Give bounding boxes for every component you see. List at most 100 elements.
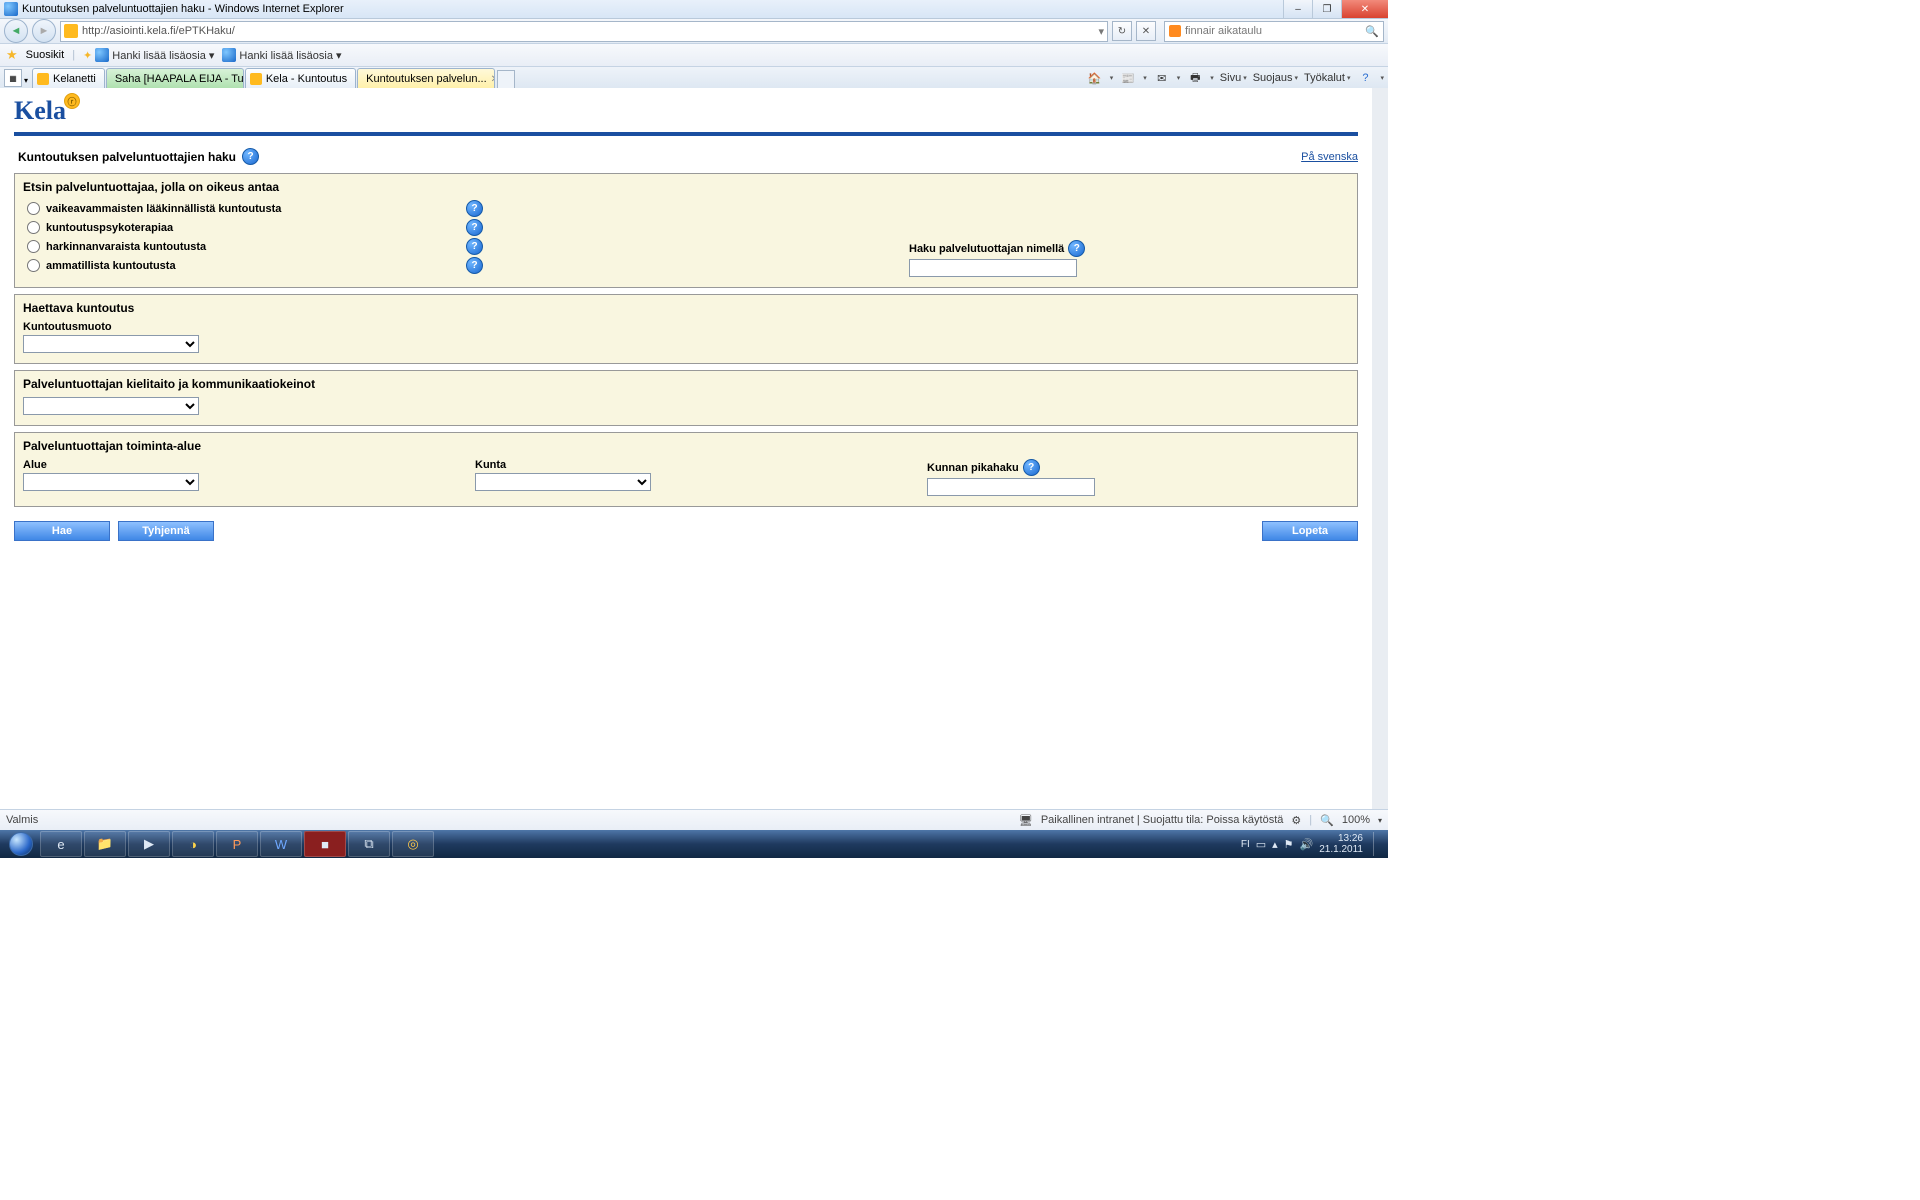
browser-search-box[interactable]: finnair aikataulu 🔍 [1164, 21, 1384, 42]
refresh-button[interactable]: ↻ [1112, 21, 1132, 41]
taskbar-app2[interactable]: ■ [304, 831, 346, 857]
start-button[interactable] [4, 832, 38, 856]
ie-favicon-icon [95, 48, 109, 62]
tray-network-icon[interactable]: ⚑ [1284, 838, 1294, 851]
page-viewport: Kelaⓡ Kuntoutuksen palveluntuottajien ha… [0, 88, 1388, 830]
help-icon[interactable]: ? [1068, 240, 1085, 257]
tab-favicon-icon [250, 73, 262, 85]
zoom-icon[interactable]: 🔍 [1320, 814, 1334, 827]
help-icon[interactable]: ? [466, 238, 483, 255]
favorites-bar: ★ Suosikit | ✦Hanki lisää lisäosia ▾ Han… [0, 44, 1388, 67]
search-placeholder: finnair aikataulu [1185, 25, 1361, 37]
radio-harkinnanvaraista[interactable] [27, 240, 40, 253]
favorites-label[interactable]: Suosikit [26, 49, 65, 61]
tab-saha[interactable]: Saha [HAAPALA EIJA - Tu... [106, 68, 244, 89]
taskbar-app4[interactable]: ◎ [392, 831, 434, 857]
nav-forward-button[interactable]: ► [32, 19, 56, 43]
suggested-sites-icon: ✦ [83, 49, 92, 62]
section-haettava-kuntoutus: Haettava kuntoutus Kuntoutusmuoto [14, 294, 1358, 364]
home-button[interactable]: 🏠 [1086, 69, 1104, 87]
taskbar-mediaplayer[interactable]: ▶ [128, 831, 170, 857]
command-bar: 🏠▾ 📰▾ ✉▾ 🖶▾ Sivu▾ Suojaus▾ Työkalut▾ ?▾ [1086, 69, 1384, 87]
tray-chevron-icon[interactable]: ▴ [1272, 838, 1278, 851]
window-minimize-button[interactable]: – [1283, 0, 1312, 18]
tray-battery-icon[interactable]: ▭ [1256, 838, 1266, 851]
help-button[interactable]: ? [1356, 69, 1374, 87]
tools-menu[interactable]: Työkalut▾ [1304, 72, 1350, 84]
section-kielitaito: Palveluntuottajan kielitaito ja kommunik… [14, 370, 1358, 426]
taskbar-powerpoint[interactable]: P [216, 831, 258, 857]
section-heading: Haettava kuntoutus [23, 301, 1349, 315]
pikahaku-label: Kunnan pikahaku [927, 462, 1019, 474]
quick-tabs-dropdown[interactable]: ▾ [24, 76, 28, 85]
taskbar-explorer[interactable]: 📁 [84, 831, 126, 857]
provider-name-input[interactable] [909, 259, 1077, 277]
tab-kelanetti[interactable]: Kelanetti [32, 68, 105, 89]
show-desktop-button[interactable] [1373, 832, 1382, 856]
tyhjenna-button[interactable]: Tyhjennä [118, 521, 214, 541]
search-go-icon[interactable]: 🔍 [1365, 25, 1379, 38]
hae-button[interactable]: Hae [14, 521, 110, 541]
status-left: Valmis [6, 814, 38, 826]
stop-button[interactable]: ✕ [1136, 21, 1156, 41]
quick-tabs-button[interactable]: ▦ [4, 69, 22, 87]
section-heading: Palveluntuottajan kielitaito ja kommunik… [23, 377, 1349, 391]
radio-ammatillista[interactable] [27, 259, 40, 272]
search-provider-icon [1169, 25, 1181, 37]
taskbar-word[interactable]: W [260, 831, 302, 857]
address-bar[interactable]: http://asiointi.kela.fi/ePTKHaku/ ▾ [60, 21, 1108, 42]
help-icon[interactable]: ? [242, 148, 259, 165]
alue-label: Alue [23, 459, 475, 471]
favorites-star-icon[interactable]: ★ [6, 47, 18, 63]
new-tab-button[interactable] [497, 70, 515, 89]
tray-volume-icon[interactable]: 🔊 [1300, 838, 1314, 851]
kunta-select[interactable] [475, 473, 651, 491]
feeds-button[interactable]: 📰 [1119, 69, 1137, 87]
ie-favicon-icon [222, 48, 236, 62]
browser-tab-bar: ▦▾ Kelanetti Saha [HAAPALA EIJA - Tu... … [0, 67, 1388, 90]
kunta-pikahaku-input[interactable] [927, 478, 1095, 496]
help-icon[interactable]: ? [466, 219, 483, 236]
header-divider [14, 132, 1358, 136]
favbar-item[interactable]: Hanki lisää lisäosia ▾ [222, 48, 341, 62]
kuntoutusmuoto-select[interactable] [23, 335, 199, 353]
tab-kela-kuntoutus[interactable]: Kela - Kuntoutus [245, 68, 356, 89]
system-tray: FI ▭ ▴ ⚑ 🔊 13:26 21.1.2011 [1241, 832, 1384, 856]
window-maximize-button[interactable]: ❐ [1312, 0, 1341, 18]
print-button[interactable]: 🖶 [1186, 69, 1204, 87]
tray-clock[interactable]: 13:26 21.1.2011 [1319, 833, 1363, 855]
favbar-item[interactable]: ✦Hanki lisää lisäosia ▾ [83, 48, 214, 62]
zoom-level[interactable]: 100% [1342, 814, 1370, 826]
zoom-dropdown-icon[interactable]: ▾ [1378, 816, 1382, 825]
radio-kuntoutuspsykoterapia[interactable] [27, 221, 40, 234]
safety-menu[interactable]: Suojaus▾ [1253, 72, 1298, 84]
address-dropdown-icon[interactable]: ▾ [1098, 25, 1104, 38]
tab-kuntoutuksen-palvelu[interactable]: Kuntoutuksen palvelun...✕ [357, 68, 495, 89]
kela-logo: Kelaⓡ [14, 96, 66, 126]
help-icon[interactable]: ? [466, 257, 483, 274]
swedish-link[interactable]: På svenska [1301, 151, 1358, 163]
lopeta-button[interactable]: Lopeta [1262, 521, 1358, 541]
kielitaito-select[interactable] [23, 397, 199, 415]
alue-select[interactable] [23, 473, 199, 491]
tab-close-icon[interactable]: ✕ [491, 74, 496, 85]
help-icon[interactable]: ? [466, 200, 483, 217]
taskbar-ie[interactable]: e [40, 831, 82, 857]
ie-status-bar: Valmis 🖥 Paikallinen intranet | Suojattu… [0, 809, 1388, 830]
window-close-button[interactable]: ✕ [1341, 0, 1388, 18]
help-icon[interactable]: ? [1023, 459, 1040, 476]
radio-vaikeavammaisten[interactable] [27, 202, 40, 215]
tab-favicon-icon [37, 73, 49, 85]
address-url: http://asiointi.kela.fi/ePTKHaku/ [82, 25, 1094, 37]
nav-back-button[interactable]: ◄ [4, 19, 28, 43]
page-menu[interactable]: Sivu▾ [1220, 72, 1247, 84]
window-title: Kuntoutuksen palveluntuottajien haku - W… [22, 3, 344, 15]
taskbar-app3[interactable]: ⧉ [348, 831, 390, 857]
site-favicon-icon [64, 24, 78, 38]
status-protected-mode-icon[interactable]: ⚙ [1291, 814, 1301, 827]
section-provider-type: Etsin palveluntuottajaa, jolla on oikeus… [14, 173, 1358, 288]
tray-lang[interactable]: FI [1241, 839, 1250, 850]
name-search-label: Haku palvelutuottajan nimellä [909, 243, 1064, 255]
taskbar-app1[interactable]: ◑ [172, 831, 214, 857]
mail-button[interactable]: ✉ [1153, 69, 1171, 87]
